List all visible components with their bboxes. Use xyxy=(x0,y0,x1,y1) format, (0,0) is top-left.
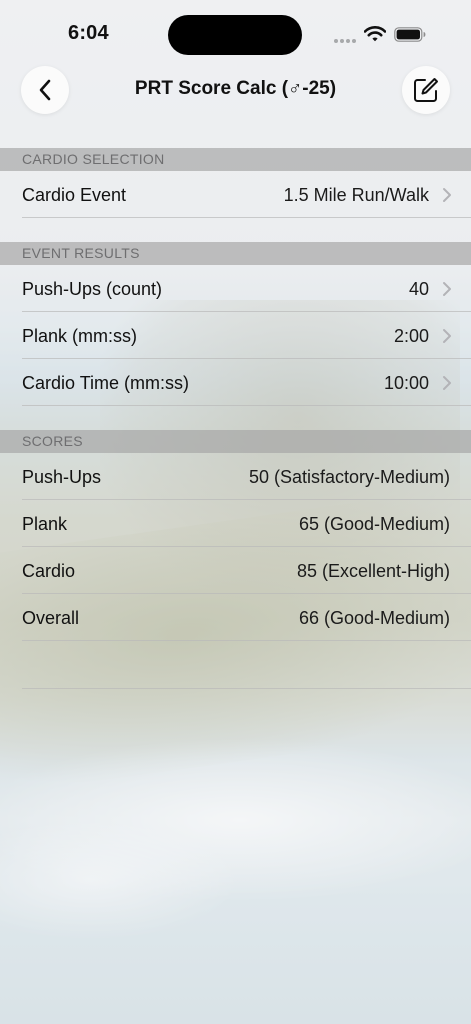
cardio-event-label: Cardio Event xyxy=(22,185,127,205)
overall-score-row: Overall 66 (Good-Medium) xyxy=(22,594,471,641)
chevron-right-icon xyxy=(443,188,451,202)
navigation-bar: PRT Score Calc (♂-25) xyxy=(0,60,471,124)
overall-score-label: Overall xyxy=(22,608,80,628)
pushups-count-value: 40 xyxy=(408,279,429,299)
empty-row xyxy=(22,641,471,689)
plank-time-row[interactable]: Plank (mm:ss) 2:00 xyxy=(22,312,471,359)
wifi-icon xyxy=(364,26,386,42)
chevron-left-icon xyxy=(39,79,51,101)
plank-time-label: Plank (mm:ss) xyxy=(22,326,138,346)
plank-time-value: 2:00 xyxy=(393,326,429,346)
battery-icon xyxy=(394,27,426,42)
cellular-signal-icon xyxy=(334,39,358,43)
cardio-event-value: 1.5 Mile Run/Walk xyxy=(283,185,429,205)
pushups-count-label: Push-Ups (count) xyxy=(22,279,163,299)
pushups-score-label: Push-Ups xyxy=(22,467,102,487)
compose-icon xyxy=(414,78,438,102)
overall-score-value: 66 (Good-Medium) xyxy=(298,608,450,628)
cardio-score-value: 85 (Excellent-High) xyxy=(296,561,450,581)
back-button[interactable] xyxy=(21,66,69,114)
chevron-right-icon xyxy=(443,329,451,343)
plank-score-row: Plank 65 (Good-Medium) xyxy=(22,500,471,547)
plank-score-label: Plank xyxy=(22,514,68,534)
page-title: PRT Score Calc (♂-25) xyxy=(134,78,337,99)
plank-score-value: 65 (Good-Medium) xyxy=(298,514,450,534)
dynamic-island xyxy=(168,15,302,55)
status-time: 6:04 xyxy=(68,22,109,44)
status-bar: 6:04 xyxy=(0,0,471,60)
pushups-score-value: 50 (Satisfactory-Medium) xyxy=(248,467,450,487)
pushups-count-row[interactable]: Push-Ups (count) 40 xyxy=(22,265,471,312)
section-header-scores: SCORES xyxy=(0,430,471,453)
cardio-score-row: Cardio 85 (Excellent-High) xyxy=(22,547,471,594)
cardio-time-label: Cardio Time (mm:ss) xyxy=(22,373,190,393)
chevron-right-icon xyxy=(443,376,451,390)
cardio-time-row[interactable]: Cardio Time (mm:ss) 10:00 xyxy=(22,359,471,406)
cardio-time-value: 10:00 xyxy=(383,373,429,393)
chevron-right-icon xyxy=(443,282,451,296)
section-header-cardio-selection: CARDIO SELECTION xyxy=(0,148,471,171)
pushups-score-row: Push-Ups 50 (Satisfactory-Medium) xyxy=(22,453,471,500)
section-header-event-results: EVENT RESULTS xyxy=(0,242,471,265)
cardio-score-label: Cardio xyxy=(22,561,76,581)
edit-button[interactable] xyxy=(402,66,450,114)
prt-form: CARDIO SELECTION Cardio Event 1.5 Mile R… xyxy=(0,148,471,689)
cardio-event-row[interactable]: Cardio Event 1.5 Mile Run/Walk xyxy=(22,171,471,218)
